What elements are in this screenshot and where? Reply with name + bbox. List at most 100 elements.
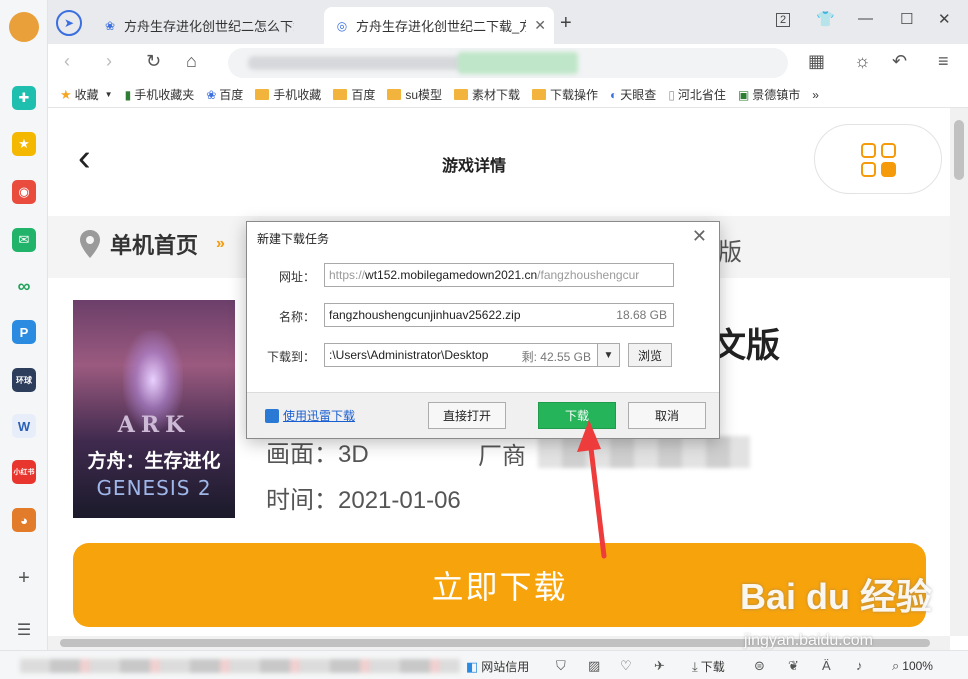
zoom-level[interactable]: ⌕ 100%	[892, 658, 933, 674]
bookmark-label: 下载操作	[550, 88, 599, 102]
menu-list-icon[interactable]: ☰	[12, 618, 36, 642]
bookmark-item[interactable]: ▮ 手机收藏夹	[125, 86, 195, 103]
filename-field[interactable]: fangzhoushengcunjinhuav25622.zip 18.68 G…	[324, 303, 674, 327]
close-tab-icon[interactable]: ✕	[534, 17, 546, 34]
dropdown-icon[interactable]: ▼	[105, 90, 113, 99]
bookmark-favorites[interactable]: ★ 收藏 ▼	[60, 86, 113, 103]
bookmark-item[interactable]: ▯ 河北省住	[668, 86, 726, 103]
toolbar: ‹ › ↻ ⌂ ▦ ☼ ↶ ≡	[48, 44, 968, 82]
tab-count-icon[interactable]: 2	[776, 13, 791, 27]
save-path-field[interactable]: :\Users\Administrator\Desktop 剩: 42.55 G…	[324, 343, 598, 367]
bookmark-item[interactable]: 下载操作	[532, 86, 598, 103]
bookmark-item[interactable]: ◐ 天眼查	[610, 86, 656, 103]
bookmark-item[interactable]: 手机收藏	[255, 86, 321, 103]
site-credit[interactable]: ◧ 网站信用	[466, 658, 529, 675]
status-bar: ◧ 网站信用 ⛉ ▨ ♡ ✈ ⤓ 下载 ⊜ ❦ Ä ♪ ⌕ 100%	[0, 650, 968, 679]
phone-icon: ▮	[124, 87, 132, 102]
dialog-footer: 使用迅雷下载 直接打开 下载 取消	[247, 392, 719, 438]
folder-icon	[333, 89, 348, 100]
image-icon[interactable]: ▨	[588, 658, 603, 674]
rocket-icon[interactable]: ✈	[654, 658, 668, 674]
minimize-icon[interactable]: —	[858, 10, 873, 27]
shirt-skin-icon[interactable]: 👕	[816, 10, 835, 28]
downloads-button[interactable]: ⤓ 下载	[692, 658, 725, 675]
url-field[interactable]: https://wt152.mobilegamedown2021.cn/fang…	[324, 263, 674, 287]
game-app-icon[interactable]: ◕	[12, 508, 36, 532]
bookmark-label: 手机收藏夹	[134, 88, 195, 102]
forward-icon[interactable]: ›	[106, 51, 112, 72]
heart-glyph: ♡	[620, 658, 632, 673]
left-sidebar: ✚ ★ ◉ ✉ ∞ P 环球 W 小红书 ◕ + ☰	[0, 0, 48, 679]
xunlei-link[interactable]: 使用迅雷下载	[265, 407, 355, 424]
news-app-icon[interactable]: 环球	[12, 368, 36, 392]
star-favorites-icon[interactable]: ★	[12, 132, 36, 156]
bookmarks-more-button[interactable]: »	[812, 88, 819, 102]
reload-icon[interactable]: ↻	[146, 51, 161, 72]
mail-icon[interactable]: ✉	[12, 228, 36, 252]
main-menu-icon[interactable]: ≡	[938, 51, 949, 72]
back-arrow-icon[interactable]: ‹	[78, 138, 91, 178]
cancel-button[interactable]: 取消	[628, 402, 706, 429]
close-window-icon[interactable]: ✕	[938, 10, 951, 28]
bookmark-item[interactable]: ❀ 百度	[206, 86, 243, 103]
download-button[interactable]: 下载	[538, 402, 616, 429]
picture-value: 3D	[338, 441, 369, 468]
bookmark-item[interactable]: su模型	[387, 86, 442, 103]
bookmark-label: su模型	[405, 88, 443, 102]
bookmark-label: 景德镇市	[752, 88, 801, 102]
avatar[interactable]	[9, 12, 39, 42]
shield-glyph: ⛉	[556, 658, 566, 673]
brightness-icon[interactable]: ☼	[854, 51, 871, 72]
plus-app-icon[interactable]: ✚	[12, 86, 36, 110]
heart-icon[interactable]: ♡	[620, 658, 635, 674]
browse-button[interactable]: 浏览	[628, 343, 672, 367]
scroll-thumb[interactable]	[954, 120, 964, 180]
bookmark-label: 收藏	[74, 88, 99, 102]
back-icon[interactable]: ‹	[64, 51, 70, 72]
tab-active[interactable]: ◎ 方舟生存进化创世纪二下载_方舟 ✕	[324, 7, 554, 44]
name-label: 名称：	[278, 310, 315, 324]
location-pin-icon	[80, 230, 100, 258]
bookmark-item[interactable]: 百度	[333, 86, 375, 103]
weibo-icon[interactable]: ◉	[12, 180, 36, 204]
xunlei-icon	[265, 408, 279, 423]
bookmark-item[interactable]: 素材下载	[454, 86, 520, 103]
baidu-paw-icon: ❀	[206, 87, 217, 102]
home-icon[interactable]: ⌂	[186, 51, 197, 72]
picture-label: 画面：	[266, 441, 338, 468]
baidu-watermark-url: jingyan.baidu.com	[744, 632, 873, 649]
word-icon[interactable]: W	[12, 414, 36, 438]
tab-inactive[interactable]: ❀ 方舟生存进化创世纪二怎么下载	[92, 7, 322, 44]
link-icon[interactable]: ∞	[12, 274, 36, 298]
devices-icon[interactable]: ⊜	[754, 658, 768, 674]
vertical-scrollbar[interactable]	[950, 108, 968, 636]
maximize-icon[interactable]: ☐	[900, 10, 913, 28]
navigation-icon[interactable]: ➤	[56, 10, 82, 36]
site-credit-label: 网站信用	[481, 660, 530, 674]
time-line: 时间：2021-01-06	[266, 480, 461, 515]
breadcrumb-home[interactable]: 单机首页	[110, 228, 198, 260]
text-icon[interactable]: Ä	[822, 658, 834, 673]
address-bar[interactable]	[228, 48, 788, 78]
chevron-down-icon[interactable]: ▼	[598, 343, 620, 367]
open-directly-button[interactable]: 直接打开	[428, 402, 506, 429]
vendor-value-blurred	[538, 436, 750, 468]
baidu-watermark: Bai du 经验	[740, 576, 933, 617]
xiaohongshu-icon[interactable]: 小红书	[12, 460, 36, 484]
ip-app-icon[interactable]: P	[12, 320, 36, 344]
breadcrumb: 单机首页 »	[80, 228, 225, 260]
shield-icon[interactable]: ⛉	[556, 658, 569, 674]
apps-grid-icon[interactable]: ▦	[808, 51, 825, 72]
tab-title: 方舟生存进化创世纪二下载_方舟	[356, 19, 526, 34]
new-tab-button[interactable]: +	[560, 12, 572, 35]
category-menu-button[interactable]	[814, 124, 942, 194]
breadcrumb-tail: 版	[718, 239, 742, 266]
add-app-icon[interactable]: +	[12, 566, 36, 590]
undo-icon[interactable]: ↶	[892, 51, 907, 72]
leaf-icon[interactable]: ❦	[788, 658, 802, 674]
volume-icon[interactable]: ♪	[856, 658, 866, 673]
close-icon[interactable]: ✕	[692, 226, 707, 247]
game-cover-image: ARK 方舟：生存进化 GENESIS 2	[73, 300, 235, 518]
bookmark-item[interactable]: ▣ 景德镇市	[738, 86, 800, 103]
time-value: 2021-01-06	[338, 487, 461, 514]
